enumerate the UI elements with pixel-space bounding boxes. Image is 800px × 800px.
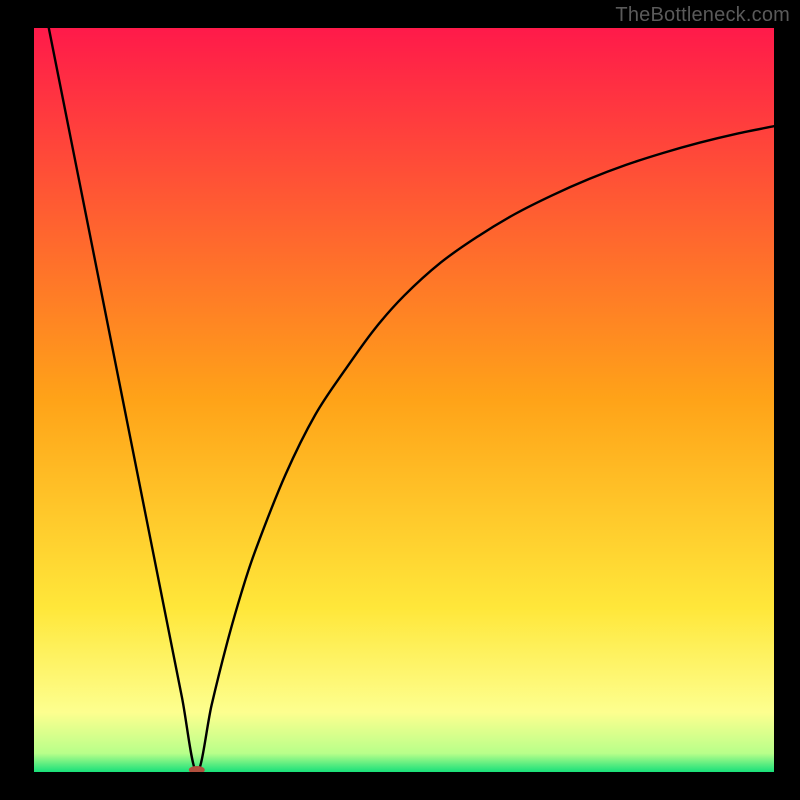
chart-background [34,28,774,772]
chart-frame [34,28,774,772]
watermark-text: TheBottleneck.com [615,4,790,27]
chart-svg [34,28,774,772]
